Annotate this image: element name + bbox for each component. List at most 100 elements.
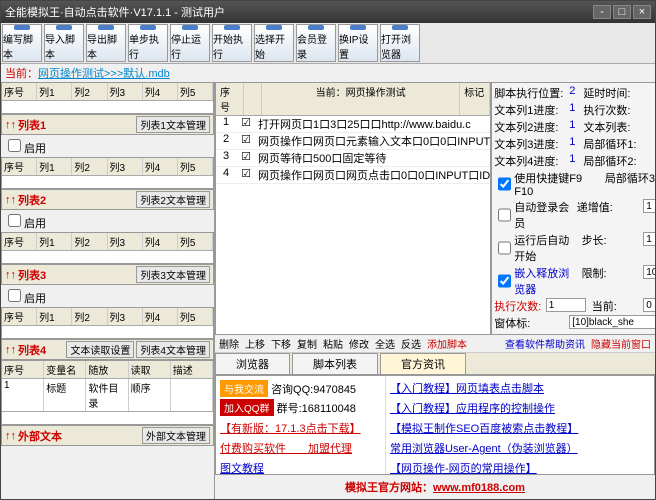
lbl: 递增值: — [577, 199, 643, 231]
toolbar-btn-1[interactable]: 导入脚本 — [44, 24, 84, 62]
toolbar-btn-6[interactable]: 选择开始 — [254, 24, 294, 62]
cell[interactable]: 1 — [2, 379, 44, 411]
enable-checkbox[interactable] — [8, 214, 21, 227]
command-row: 删除上移下移复制粘贴修改全选反选添加脚本 查看软件帮助资讯隐藏当前窗口 — [215, 335, 655, 353]
info-right: 【入门教程】网页填表点击脚本【入门教程】应用程序的控制操作【模拟王制作SEO百度… — [386, 376, 654, 474]
col-mark: 标记 — [460, 83, 490, 115]
section-btn[interactable]: 外部文本管理 — [142, 427, 210, 444]
script-empty[interactable] — [216, 184, 490, 244]
col-header: 列3 — [108, 233, 143, 250]
row-check[interactable]: ☑ — [236, 150, 256, 166]
toolbar-icon — [392, 25, 408, 30]
row-check[interactable]: ☑ — [236, 167, 256, 183]
titlebar: 全能模拟王·自动点击软件·V17.1.1 - 测试用户 - □ × — [1, 1, 655, 23]
status-link[interactable]: 网页操作测试>>>默认.mdb — [38, 68, 170, 80]
qq-badge[interactable]: 与我交流 — [220, 380, 268, 397]
chk-embed[interactable] — [498, 268, 511, 294]
cmd-1[interactable]: 上移 — [245, 336, 265, 351]
chk-label: 使用快捷键F9 F10 — [514, 170, 601, 198]
cmd2-0[interactable]: 查看软件帮助资讯 — [505, 336, 585, 351]
new-version-link[interactable]: 【有新版：17.1.3点击下载】 — [220, 420, 381, 436]
lbl-win: 窗体标: — [494, 315, 569, 331]
col-header: 序号 — [2, 361, 44, 378]
toolbar-btn-5[interactable]: 开始执行 — [212, 24, 252, 62]
lbl-exec: 执行次数: — [494, 298, 546, 314]
col-header: 列3 — [108, 83, 143, 100]
input-limit[interactable] — [643, 265, 655, 279]
toolbar-btn-4[interactable]: 停止运行 — [170, 24, 210, 62]
section-btn[interactable]: 列表3文本管理 — [136, 266, 210, 283]
section-btn1[interactable]: 文本读取设置 — [66, 341, 134, 358]
col-seq: 序号 — [216, 83, 244, 115]
cell[interactable]: 软件目录 — [86, 379, 128, 411]
cell[interactable]: 顺序 — [129, 379, 171, 411]
grid-body[interactable] — [2, 101, 213, 113]
info-link1-0[interactable]: 付费购买软件 加盟代理 — [220, 440, 381, 456]
info-link1-1[interactable]: 图文教程 — [220, 460, 381, 475]
enable-checkbox[interactable] — [8, 139, 21, 152]
chk-hotkey[interactable] — [498, 173, 511, 195]
section-btn[interactable]: 列表1文本管理 — [136, 116, 210, 133]
grid-body[interactable] — [2, 251, 213, 263]
maximize-button[interactable]: □ — [613, 5, 631, 19]
script-row[interactable]: 1☑打开网页口1口3口25口口http://www.baidu.c — [216, 116, 490, 133]
chk-label: 运行后自动开始 — [514, 232, 577, 264]
script-row[interactable]: 4☑网页操作口网页口网页点击口0口0口INPUT口ID — [216, 167, 490, 184]
grid-body[interactable] — [2, 176, 213, 188]
row-check[interactable]: ☑ — [236, 116, 256, 132]
qqgroup-badge[interactable]: 加入QQ群 — [220, 399, 274, 416]
chk-autologin[interactable] — [498, 202, 511, 228]
cell[interactable] — [171, 379, 213, 411]
script-row[interactable]: 2☑网页操作口网页口元素输入文本口0口0口INPUT — [216, 133, 490, 150]
input-cur[interactable] — [643, 298, 655, 312]
status-prefix: 当前： — [5, 68, 38, 80]
col-header: 列4 — [143, 158, 178, 175]
side-label: 文本列4进度: — [494, 153, 569, 169]
footer-url[interactable]: www.mf0188.com — [433, 482, 525, 494]
row-check[interactable]: ☑ — [236, 133, 256, 149]
arrows-icon: ↑↑ — [5, 119, 16, 131]
toolbar-btn-0[interactable]: 编写脚本 — [2, 24, 42, 62]
cmd-2[interactable]: 下移 — [271, 336, 291, 351]
toolbar-btn-8[interactable]: 换IP设置 — [338, 24, 378, 62]
input-win[interactable] — [569, 315, 655, 329]
cmd-7[interactable]: 反选 — [401, 336, 421, 351]
info-link2-0[interactable]: 【入门教程】网页填表点击脚本 — [390, 380, 650, 396]
cmd2-1[interactable]: 隐藏当前窗口 — [591, 336, 651, 351]
minimize-button[interactable]: - — [593, 5, 611, 19]
script-row[interactable]: 3☑网页等待口500口固定等待 — [216, 150, 490, 167]
info-link2-2[interactable]: 【模拟王制作SEO百度被索点击教程】 — [390, 420, 650, 436]
cmd-3[interactable]: 复制 — [297, 336, 317, 351]
section-grid-2: 序号列1列2列3列4列5 — [1, 307, 214, 339]
close-button[interactable]: × — [633, 5, 651, 19]
enable-checkbox[interactable] — [8, 289, 21, 302]
app-window: 全能模拟王·自动点击软件·V17.1.1 - 测试用户 - □ × 编写脚本导入… — [0, 0, 656, 500]
info-link2-1[interactable]: 【入门教程】应用程序的控制操作 — [390, 400, 650, 416]
toolbar-btn-7[interactable]: 会员登录 — [296, 24, 336, 62]
tab-scripts[interactable]: 脚本列表 — [292, 353, 378, 374]
input-step[interactable] — [643, 232, 655, 246]
cmd-5[interactable]: 修改 — [349, 336, 369, 351]
section-btn2[interactable]: 列表4文本管理 — [136, 341, 210, 358]
grid-body[interactable] — [2, 326, 213, 338]
info-link2-3[interactable]: 常用浏览器User-Agent（伪装浏览器） — [390, 440, 650, 456]
grid-body[interactable] — [2, 412, 213, 424]
chk-autostart[interactable] — [498, 235, 511, 261]
input-exec[interactable] — [546, 298, 586, 312]
section-btn[interactable]: 列表2文本管理 — [136, 191, 210, 208]
cmd-8[interactable]: 添加脚本 — [427, 336, 467, 351]
cmd-4[interactable]: 粘贴 — [323, 336, 343, 351]
tab-browser[interactable]: 浏览器 — [215, 353, 290, 374]
cmd-6[interactable]: 全选 — [375, 336, 395, 351]
info-link2-4[interactable]: 【网页操作-网页的常用操作】 — [390, 460, 650, 475]
toolbar-label: 换IP设置 — [339, 31, 377, 61]
section-title: 外部文本 — [18, 428, 140, 444]
input-inc[interactable] — [643, 199, 655, 213]
cmd-0[interactable]: 删除 — [219, 336, 239, 351]
cell[interactable]: 标题 — [44, 379, 86, 411]
toolbar-btn-2[interactable]: 导出脚本 — [86, 24, 126, 62]
row-text: 网页等待口500口固定等待 — [256, 150, 490, 166]
tab-official[interactable]: 官方资讯 — [380, 353, 466, 374]
toolbar-btn-3[interactable]: 单步执行 — [128, 24, 168, 62]
toolbar-btn-9[interactable]: 打开浏览器 — [380, 24, 420, 62]
